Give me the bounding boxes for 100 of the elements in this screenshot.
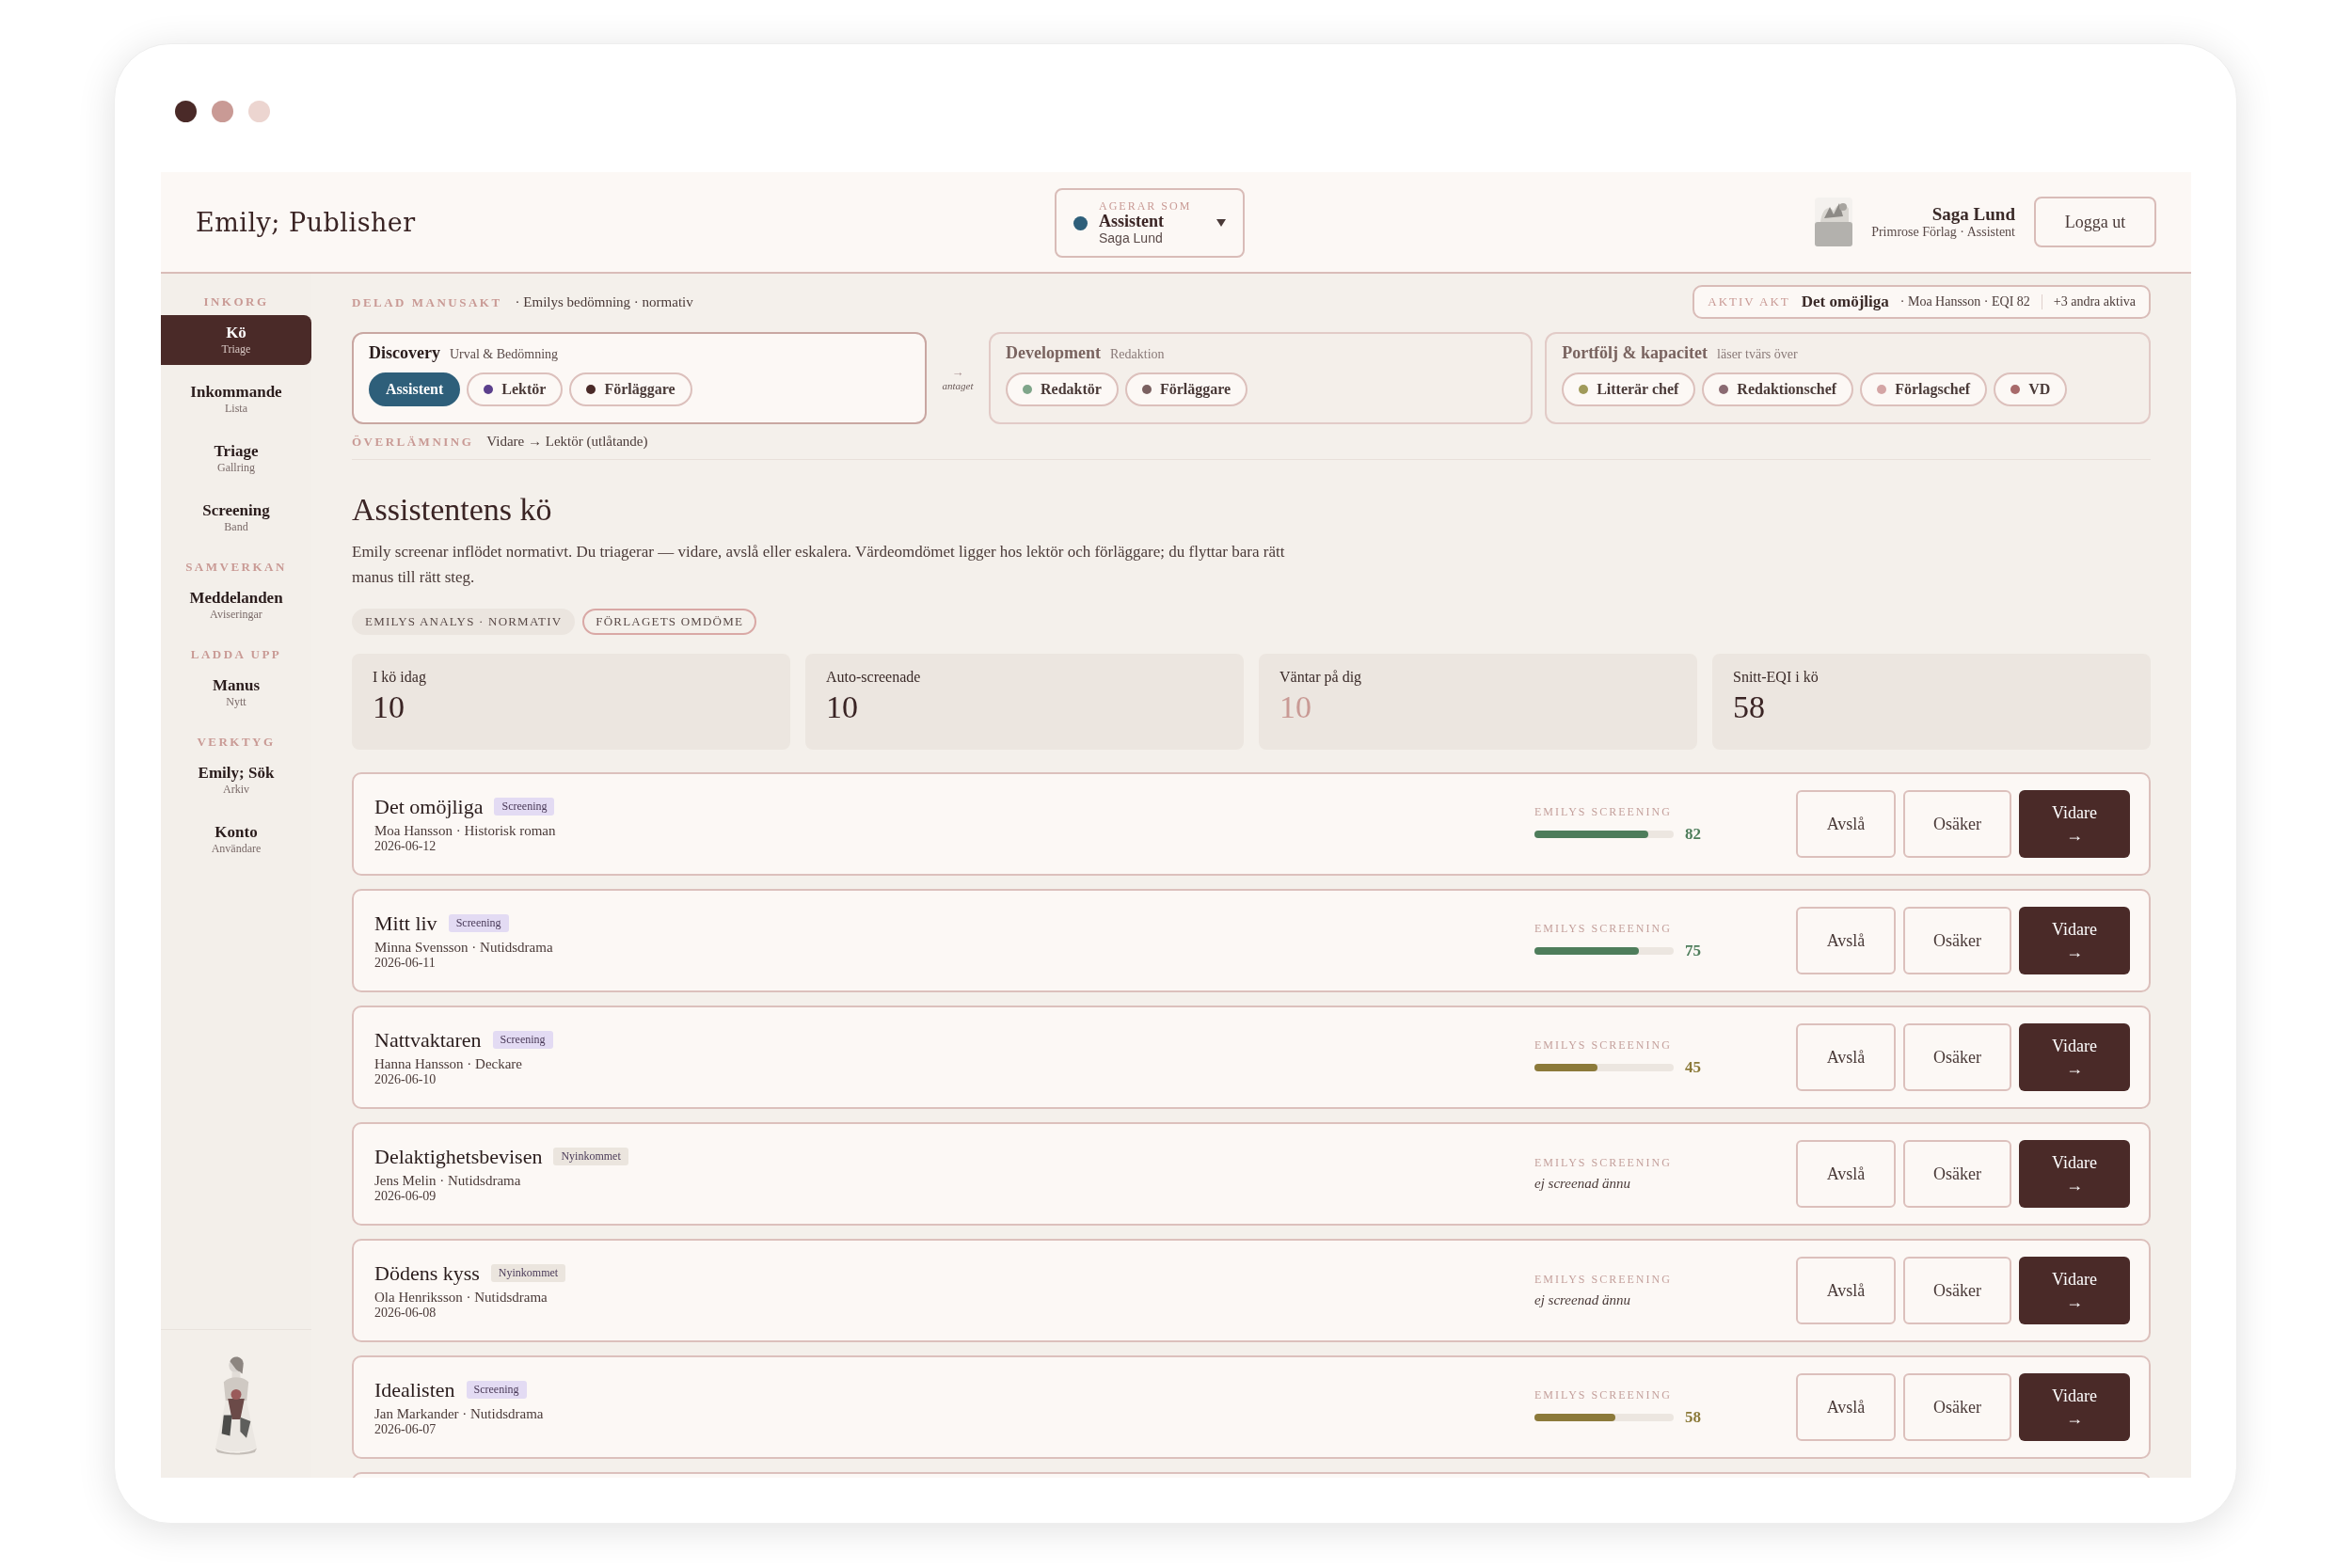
sidebar-item[interactable]: Emily; Sök Arkiv <box>161 755 311 805</box>
phase-title: Discovery <box>369 343 440 363</box>
role-chip[interactable]: Förlagschef <box>1860 372 1988 406</box>
manuscript-date: 2026-06-11 <box>374 955 437 971</box>
role-chip[interactable]: Förläggare <box>569 372 692 406</box>
minimize-dot-icon[interactable] <box>212 101 233 122</box>
user-name: Saga Lund <box>1931 204 2015 225</box>
sidebar-item[interactable]: Inkommande Lista <box>161 374 311 424</box>
phase-subtitle: läser tvärs över <box>1717 347 1798 362</box>
role-chip[interactable]: Redaktionschef <box>1702 372 1854 406</box>
reject-button[interactable]: Avslå <box>1796 1373 1896 1441</box>
reject-button[interactable]: Avslå <box>1796 907 1896 974</box>
role-chip[interactable]: Litterär chef <box>1562 372 1696 406</box>
reject-button[interactable]: Avslå <box>1796 1023 1896 1091</box>
forward-button[interactable]: Vidare → <box>2019 1023 2130 1091</box>
manuscript-meta: Jan Markander · Nutidsdrama <box>374 1405 545 1422</box>
score-value: 58 <box>1685 1407 1701 1427</box>
status-tag: Screening <box>448 914 509 932</box>
forward-button[interactable]: Vidare → <box>2019 907 2130 974</box>
manuscript-meta: Ola Henriksson · Nutidsdrama <box>374 1289 548 1306</box>
phase-title: Portfölj & kapacitet <box>1562 343 1708 363</box>
unsure-button[interactable]: Osäker <box>1903 1140 2011 1208</box>
role-dropdown[interactable]: AGERAR SOM Assistent Saga Lund <box>1055 188 1245 258</box>
view-toggle[interactable]: EMILYS ANALYS · NORMATIV <box>352 609 576 635</box>
stat-value: 10 <box>1279 689 1312 725</box>
forward-button[interactable]: Vidare → <box>2019 1373 2130 1441</box>
active-file-meta: · Moa Hansson · EQI 82 <box>1899 294 2030 309</box>
screening-label: EMILYS SCREENING <box>1534 1273 1673 1287</box>
page-title: Assistentens kö <box>352 492 553 528</box>
status-tag: Screening <box>494 798 555 816</box>
sidebar-heading: SAMVERKAN <box>184 560 288 575</box>
phase-subtitle: Redaktion <box>1110 347 1165 362</box>
transition-label: antaget <box>942 380 974 391</box>
manuscript-title: Delaktighetsbevisen <box>374 1144 543 1169</box>
view-toggle[interactable]: FÖRLAGETS OMDÖME <box>582 609 757 635</box>
screening-status: ej screenad ännu <box>1534 1292 1631 1308</box>
stat-label: Snitt-EQI i kö <box>1733 669 1820 686</box>
section-label: ÖVERLÄMNING <box>352 435 474 450</box>
screening-label: EMILYS SCREENING <box>1534 1156 1673 1170</box>
screening-label: EMILYS SCREENING <box>1534 1037 1673 1053</box>
sidebar-item[interactable]: Konto Användare <box>161 815 311 864</box>
stat-label: Auto-screenade <box>826 669 922 686</box>
section-note: · Emilys bedömning · normativ <box>515 293 693 310</box>
sidebar-heading: LADDA UPP <box>189 647 283 662</box>
reject-button[interactable]: Avslå <box>1796 790 1896 858</box>
reject-button[interactable]: Avslå <box>1796 1257 1896 1324</box>
page-description: Emily screenar inflödet normativt. Du triagerar — vidare, avslå eller eskalera. Värdeomdömet ligger hos lektör och förläggare; du flyttar bara rätt manus till rätt steg. <box>352 542 1286 588</box>
role-chip[interactable]: Förläggare <box>1124 372 1248 406</box>
status-tag: Nyinkommet <box>490 1264 566 1282</box>
maximize-dot-icon[interactable] <box>248 101 270 122</box>
manuscript-date: 2026-06-12 <box>374 838 437 854</box>
active-file-title: Det omöjliga <box>1801 293 1889 311</box>
handover-text: Vidare → Lektör (utlåtande) <box>486 434 648 450</box>
sidebar-item[interactable]: Triage Gallring <box>161 434 311 483</box>
role-chip[interactable]: Redaktör <box>1006 372 1119 406</box>
active-file-pill[interactable]: AKTIV AKT Det omöjliga · Moa Hansson · EQI 82 +3 andra aktiva <box>1692 285 2151 319</box>
manuscript-date: 2026-06-07 <box>374 1421 437 1437</box>
unsure-button[interactable]: Osäker <box>1903 1257 2011 1324</box>
screening-label: EMILYS SCREENING <box>1534 1387 1673 1402</box>
manuscript-date: 2026-06-08 <box>374 1305 437 1321</box>
manuscript-meta: Hanna Hansson · Deckare <box>374 1055 524 1072</box>
reject-button[interactable]: Avslå <box>1796 1140 1896 1208</box>
unsure-button[interactable]: Osäker <box>1903 790 2011 858</box>
sidebar-item[interactable]: Kö Triage <box>161 315 311 365</box>
manuscript-date: 2026-06-10 <box>374 1071 437 1087</box>
app-title: Emily; Publisher <box>196 207 416 237</box>
dropdown-subtext: Saga Lund <box>1099 230 1164 246</box>
unsure-button[interactable]: Osäker <box>1903 1373 2011 1441</box>
phase-title: Development <box>1006 343 1101 363</box>
sidebar-item[interactable]: Manus Nytt <box>161 668 311 718</box>
unsure-button[interactable]: Osäker <box>1903 907 2011 974</box>
manuscript-meta: Jens Melin · Nutidsdrama <box>374 1172 522 1189</box>
role-chip[interactable]: VD <box>1994 372 2068 406</box>
status-tag: Screening <box>492 1031 553 1049</box>
score-value: 75 <box>1685 941 1701 960</box>
sidebar-item[interactable]: Meddelanden Aviseringar <box>161 580 311 630</box>
user-organization: Primrose Förlag · Assistent <box>1871 225 2015 240</box>
unsure-button[interactable]: Osäker <box>1903 1023 2011 1091</box>
score-value: 45 <box>1685 1057 1701 1077</box>
screening-status: ej screenad ännu <box>1534 1176 1631 1192</box>
caret-icon <box>1216 219 1226 227</box>
sidebar-heading: VERKTYG <box>196 735 277 750</box>
screening-label: EMILYS SCREENING <box>1534 921 1673 936</box>
stat-label: I kö idag <box>373 669 427 686</box>
forward-button[interactable]: Vidare → <box>2019 1257 2130 1324</box>
pill-label: AKTIV AKT <box>1708 294 1790 309</box>
forward-button[interactable]: Vidare → <box>2019 1140 2130 1208</box>
forward-button[interactable]: Vidare → <box>2019 790 2130 858</box>
arrow-icon: → <box>951 365 964 380</box>
sidebar-item[interactable]: Screening Band <box>161 493 311 543</box>
stat-value: 10 <box>373 689 405 725</box>
dropdown-value: Assistent <box>1099 213 1165 231</box>
role-chip[interactable]: Assistent <box>369 372 461 406</box>
other-active-count: +3 andra aktiva <box>2053 294 2136 309</box>
manuscript-date: 2026-06-09 <box>374 1188 437 1204</box>
close-dot-icon[interactable] <box>175 101 197 122</box>
role-chip[interactable]: Lektör <box>467 372 564 406</box>
stat-value: 58 <box>1733 689 1766 725</box>
stat-value: 10 <box>826 689 859 725</box>
logout-button[interactable]: Logga ut <box>2034 197 2156 247</box>
